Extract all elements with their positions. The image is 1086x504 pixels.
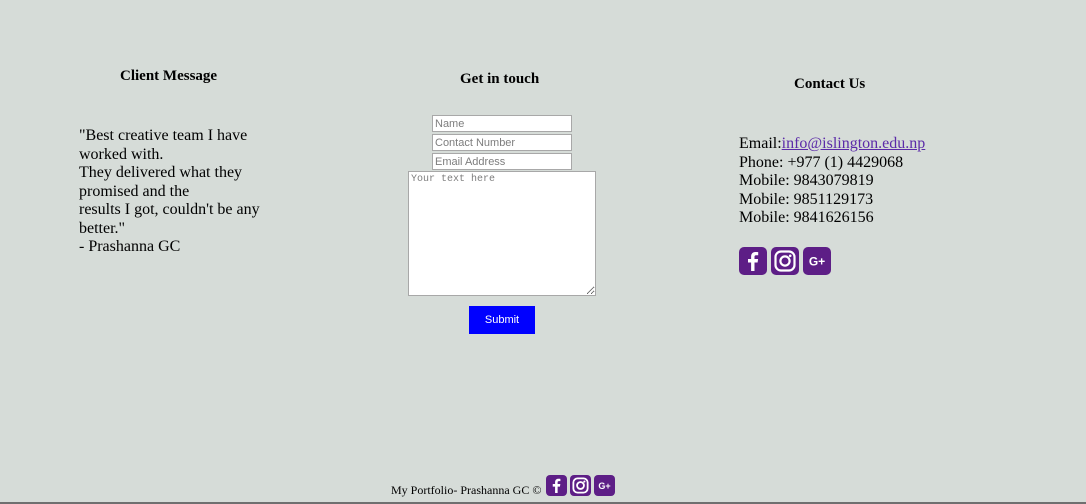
- facebook-icon[interactable]: [739, 247, 767, 275]
- google-plus-icon[interactable]: G+: [803, 247, 831, 275]
- contact-us-title: Contact Us: [794, 76, 866, 92]
- contact-social-links: G+: [739, 247, 831, 275]
- phone-line: Phone: +977 (1) 4429068: [739, 153, 904, 171]
- client-quote: "Best creative team I have worked with. …: [79, 127, 279, 257]
- mobile-line: Mobile: 9851129173: [739, 190, 874, 208]
- email-field[interactable]: [432, 153, 572, 170]
- quote-author: - Prashanna GC: [79, 238, 181, 255]
- footer-text: My Portfolio- Prashanna GC ©: [391, 483, 542, 497]
- footer-social-links: G+: [546, 475, 615, 496]
- contact-details: Email:info@islington.edu.np Phone: +977 …: [739, 135, 925, 228]
- instagram-icon[interactable]: [771, 247, 799, 275]
- email-label: Email:: [739, 135, 782, 152]
- get-in-touch-title: Get in touch: [460, 71, 540, 87]
- gplus-text: G+: [809, 255, 825, 269]
- email-line: Email:info@islington.edu.np: [739, 135, 925, 154]
- instagram-icon[interactable]: [570, 475, 591, 496]
- name-field[interactable]: [432, 115, 572, 132]
- mobile-line: Mobile: 9843079819: [739, 172, 874, 189]
- message-textarea[interactable]: [408, 171, 596, 296]
- gplus-text: G+: [598, 481, 610, 491]
- portfolio-page: Client Message "Best creative team I hav…: [0, 0, 1086, 504]
- google-plus-icon[interactable]: G+: [594, 475, 615, 496]
- email-link[interactable]: info@islington.edu.np: [782, 135, 926, 152]
- contact-number-field[interactable]: [432, 134, 572, 151]
- mobile-line: Mobile: 9841626156: [739, 209, 874, 226]
- facebook-icon[interactable]: [546, 475, 567, 496]
- quote-line: They delivered what they promised and th…: [79, 164, 243, 200]
- submit-button[interactable]: Submit: [469, 306, 535, 334]
- client-message-title: Client Message: [120, 68, 218, 84]
- quote-line: results I got, couldn't be any better.": [79, 201, 260, 237]
- quote-line: "Best creative team I have worked with.: [79, 127, 248, 163]
